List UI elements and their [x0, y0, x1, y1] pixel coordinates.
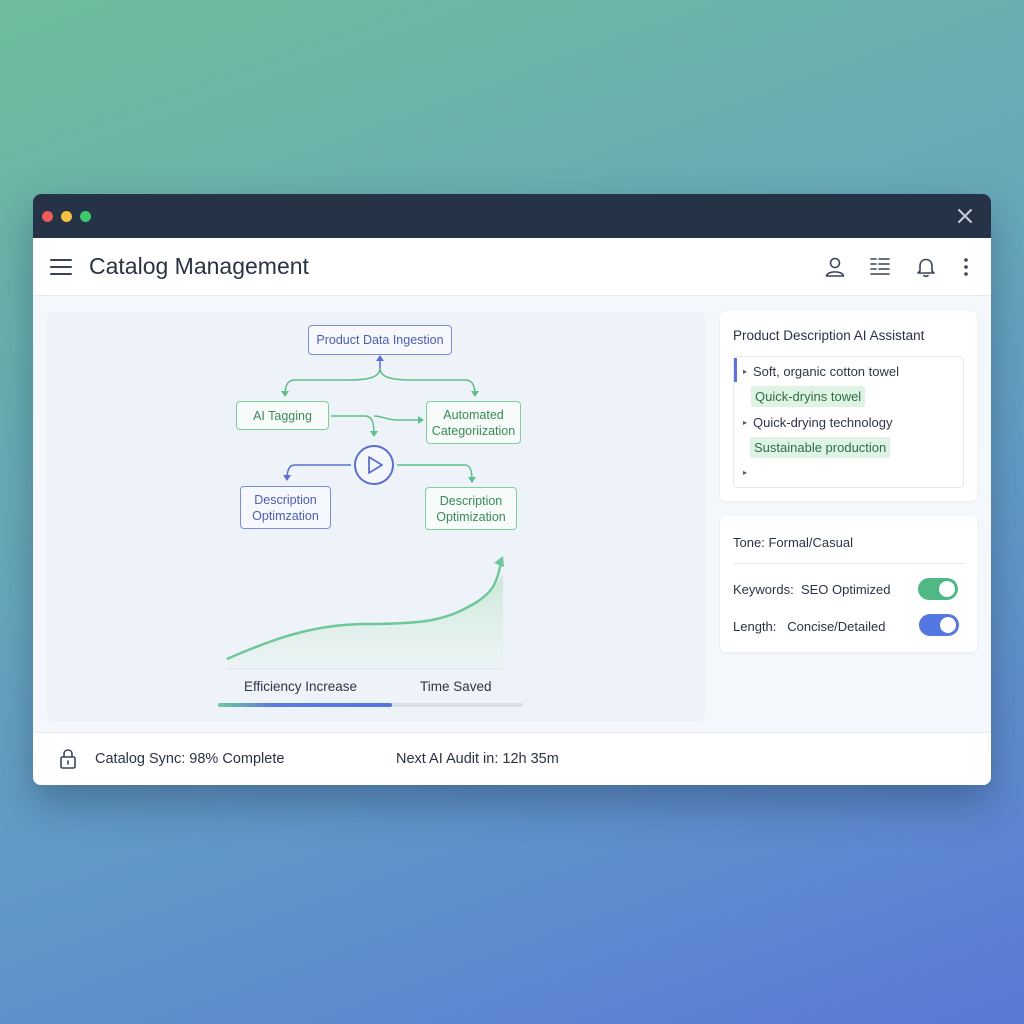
node-label-line: Optimization: [436, 509, 506, 524]
node-automated-categorization[interactable]: Automated Categoriization: [426, 401, 521, 444]
length-label: Length:: [733, 619, 777, 634]
play-icon: [368, 456, 383, 474]
active-line-indicator: [734, 358, 737, 382]
suggestion-list: ▸ Soft, organic cotton towel Quick-dryins…: [733, 356, 964, 488]
workflow-panel: Product Data Ingestion AI Tagging Automa…: [47, 312, 705, 722]
ai-assistant-title: Product Description AI Assistant: [733, 328, 925, 343]
close-icon[interactable]: [955, 206, 975, 226]
play-workflow-button[interactable]: [354, 445, 394, 485]
maximize-window-dot[interactable]: [80, 211, 91, 222]
more-vertical-icon[interactable]: [954, 255, 978, 279]
keywords-value: SEO Optimized: [800, 582, 891, 597]
next-audit-status: Next AI Audit in: 12h 35m: [396, 751, 559, 767]
suggestion-text: Soft, organic cotton towel: [753, 364, 899, 379]
ai-settings-card: Tone: Formal/Casual Keywords: SEO Optimi…: [720, 516, 977, 652]
bell-icon[interactable]: [914, 255, 938, 279]
node-label-line: Optimzation: [252, 508, 319, 523]
app-window: Catalog Management Product Data Ingestio…: [33, 194, 991, 785]
node-description-optimization-left[interactable]: Description Optimzation: [240, 486, 331, 529]
tone-value[interactable]: Formal/Casual: [768, 535, 853, 550]
caret-right-icon: ▸: [743, 367, 748, 376]
tone-label: Tone:: [733, 535, 765, 550]
lock-icon: [60, 749, 76, 769]
catalog-sync-status: Catalog Sync: 98% Complete: [95, 751, 285, 767]
node-label-line: Description: [439, 493, 503, 508]
node-label-line: Categoriization: [431, 423, 516, 438]
time-saved-label: Time Saved: [420, 679, 492, 694]
status-bar: Catalog Sync: 98% Complete Next AI Audit…: [33, 732, 991, 785]
app-header: Catalog Management: [33, 238, 991, 296]
suggestion-highlight[interactable]: Quick-dryins towel: [751, 386, 866, 407]
tone-row: Tone: Formal/Casual: [733, 535, 853, 550]
suggestion-item[interactable]: ▸ Soft, organic cotton towel: [743, 364, 899, 379]
toggle-knob: [939, 581, 955, 597]
node-label-line: Automated: [443, 407, 504, 422]
node-description-optimization-right[interactable]: Description Optimization: [425, 487, 517, 530]
keywords-row: Keywords: SEO Optimized: [733, 582, 891, 597]
suggestion-highlight[interactable]: Sustainable production: [750, 437, 891, 458]
efficiency-progress-fill: [218, 703, 392, 707]
keywords-label: Keywords:: [733, 582, 794, 597]
suggestion-text: Quick-drying technology: [753, 415, 893, 430]
caret-right-icon: ▸: [743, 468, 748, 477]
length-value: Concise/Detailed: [787, 619, 886, 634]
close-window-dot[interactable]: [42, 211, 53, 222]
toggle-knob: [940, 617, 956, 633]
node-label-line: Description: [254, 492, 317, 507]
length-row: Length: Concise/Detailed: [733, 619, 886, 634]
keywords-toggle[interactable]: [918, 578, 958, 600]
suggestion-item-empty[interactable]: ▸: [743, 465, 753, 480]
settings-divider: [733, 563, 965, 564]
page-title: Catalog Management: [89, 253, 309, 279]
menu-icon[interactable]: [49, 257, 73, 277]
workflow-connectors: [226, 355, 504, 670]
node-product-data-ingestion[interactable]: Product Data Ingestion: [308, 325, 452, 355]
user-icon[interactable]: [823, 255, 847, 279]
list-icon[interactable]: [868, 255, 892, 279]
minimize-window-dot[interactable]: [61, 211, 72, 222]
title-bar: [33, 194, 991, 238]
node-ai-tagging[interactable]: AI Tagging: [236, 401, 329, 430]
efficiency-increase-label: Efficiency Increase: [244, 679, 358, 694]
length-toggle[interactable]: [919, 614, 959, 636]
suggestion-item[interactable]: ▸ Quick-drying technology: [743, 415, 892, 430]
caret-right-icon: ▸: [743, 418, 748, 427]
efficiency-progress-bar: [218, 703, 523, 707]
ai-assistant-card: Product Description AI Assistant ▸ Soft, …: [720, 311, 977, 501]
